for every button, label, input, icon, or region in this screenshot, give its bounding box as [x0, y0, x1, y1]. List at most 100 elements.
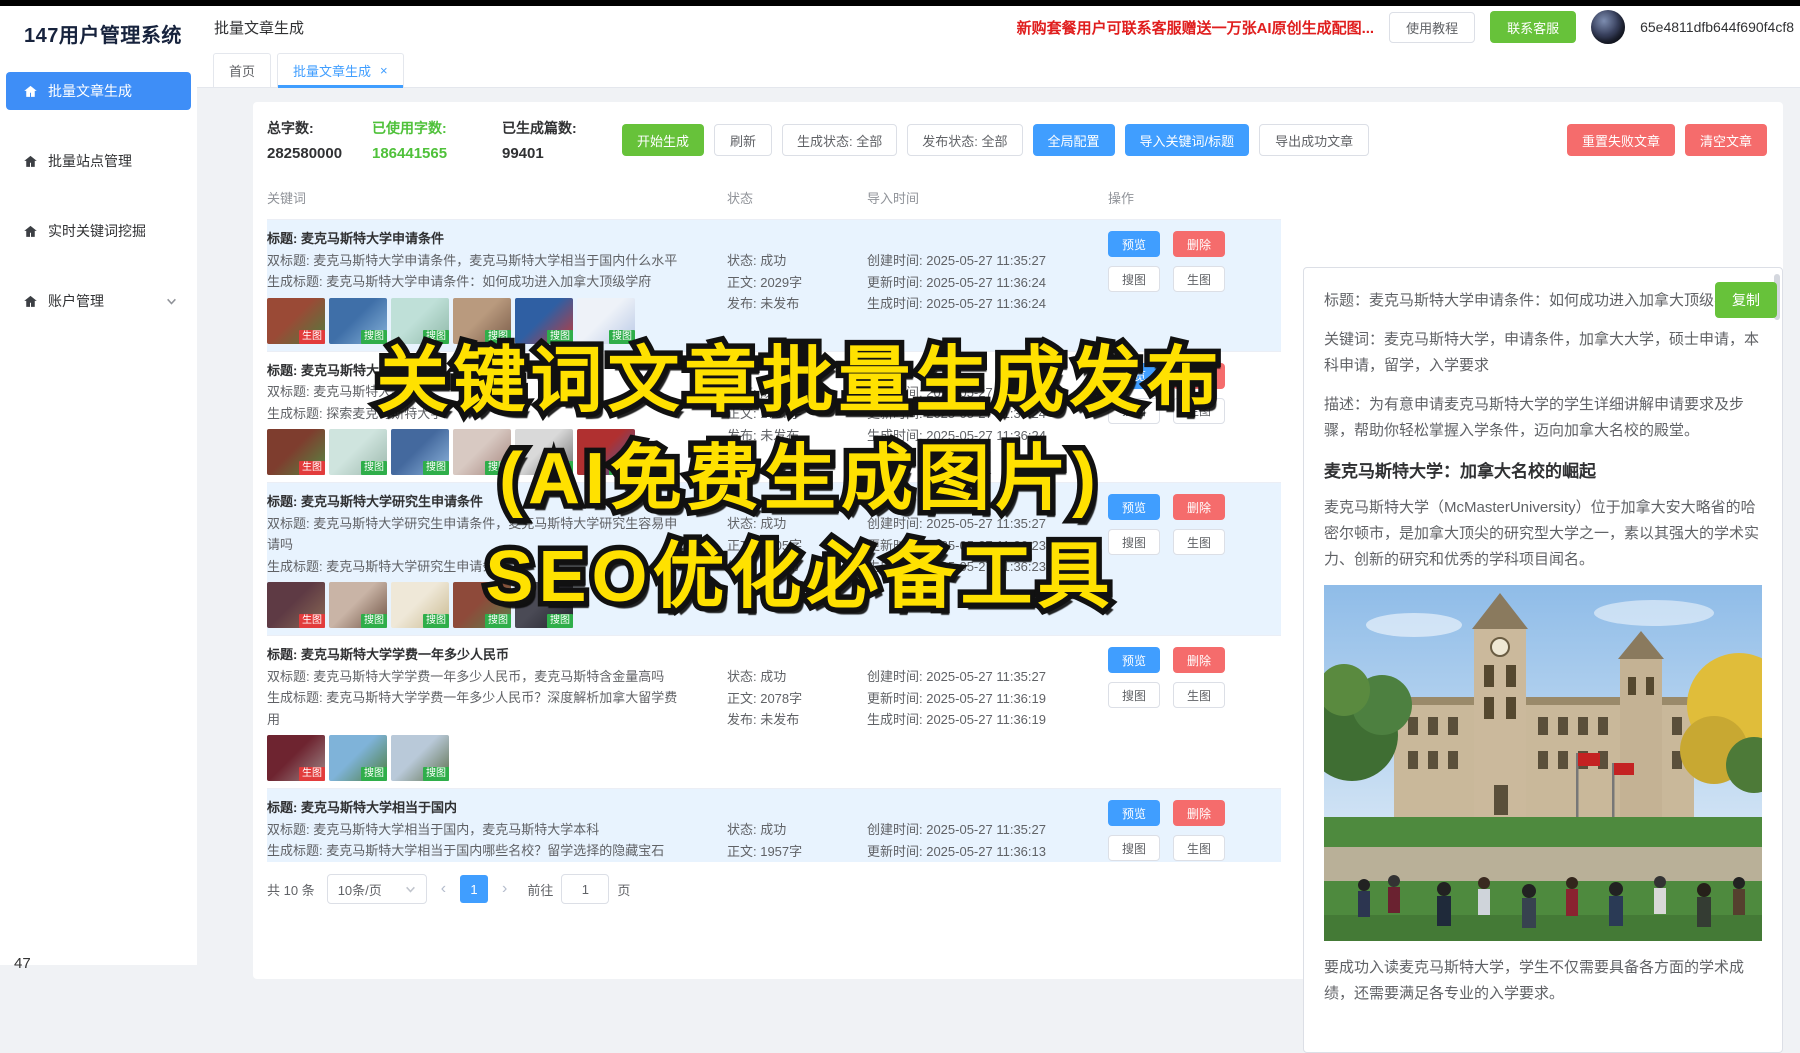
sidebar-item-batch-site[interactable]: 批量站点管理 — [6, 142, 191, 180]
import-keywords-button[interactable]: 导入关键词/标题 — [1125, 124, 1250, 156]
time-cell: 创建时间: 2025-05-27 11:35:27更新时间: 2025-05-2… — [867, 228, 1108, 344]
article-thumbnail[interactable]: 搜图 — [515, 298, 573, 344]
sidebar-item-account[interactable]: 账户管理 — [6, 282, 191, 320]
generate-image-button[interactable]: 生图 — [1173, 529, 1225, 555]
column-header-import-time: 导入时间 — [867, 188, 1108, 207]
preview-button[interactable]: 预览 — [1108, 363, 1160, 389]
article-thumbnail[interactable]: 搜图 — [453, 582, 511, 628]
row-updated-time: 更新时间: 2025-05-27 11:36:19 — [867, 688, 1108, 710]
goto-page-input[interactable] — [561, 874, 609, 904]
tutorial-button[interactable]: 使用教程 — [1389, 12, 1475, 43]
start-generate-button[interactable]: 开始生成 — [622, 124, 704, 156]
export-success-button[interactable]: 导出成功文章 — [1259, 124, 1369, 156]
announcement-text[interactable]: 新购套餐用户可联系客服赠送一万张AI原创生成配图... — [1017, 17, 1375, 38]
page-size-select[interactable]: 10条/页 — [327, 874, 427, 904]
row-generated-time: 生成时间: 2025-05-27 11:36:24 — [867, 425, 1108, 447]
article-thumbnail[interactable]: 生图 — [267, 582, 325, 628]
article-thumbnail[interactable]: 搜图 — [329, 298, 387, 344]
search-image-button[interactable]: 搜图 — [1108, 529, 1160, 555]
article-thumbnail[interactable]: 生图 — [267, 298, 325, 344]
actions-cell: 预览删除搜图生图 — [1108, 491, 1281, 628]
article-thumbnail[interactable]: 搜图 — [515, 429, 573, 475]
actions-grid: 预览删除搜图生图 — [1108, 363, 1281, 424]
tab-bar: 首页 批量文章生成 × — [197, 48, 1800, 88]
row-generated-time: 生成时间: 2025-05-27 11:36:23 — [867, 556, 1108, 578]
sidebar-item-label: 实时关键词挖掘 — [48, 221, 146, 241]
close-icon[interactable]: × — [380, 63, 388, 78]
search-image-button[interactable]: 搜图 — [1108, 398, 1160, 424]
refresh-button[interactable]: 刷新 — [714, 124, 772, 156]
row-publish-status: 发布: 未发布 — [727, 709, 867, 731]
home-icon — [23, 154, 38, 169]
page-size-value: 10条/页 — [338, 880, 382, 899]
generate-image-button[interactable]: 生图 — [1173, 682, 1225, 708]
actions-cell: 预览删除搜图生图 — [1108, 228, 1281, 344]
delete-button[interactable]: 删除 — [1173, 494, 1225, 520]
sidebar-item-batch-article[interactable]: 批量文章生成 — [6, 72, 191, 110]
reset-failed-button[interactable]: 重置失败文章 — [1567, 124, 1675, 156]
publish-status-select[interactable]: 发布状态: 全部 — [907, 124, 1022, 156]
next-page-button[interactable]: › — [496, 880, 513, 898]
row-status: 状态: 成功 — [727, 382, 867, 404]
thumbnail-badge: 搜图 — [361, 614, 387, 628]
article-thumbnail[interactable]: 搜图 — [515, 582, 573, 628]
preview-button[interactable]: 预览 — [1108, 231, 1160, 257]
delete-button[interactable]: 删除 — [1173, 363, 1225, 389]
search-image-button[interactable]: 搜图 — [1108, 835, 1160, 861]
preview-heading: 麦克马斯特大学：加拿大名校的崛起 — [1324, 457, 1762, 482]
article-thumbnail[interactable]: 搜图 — [391, 298, 449, 344]
contact-support-button[interactable]: 联系客服 — [1490, 11, 1576, 43]
sidebar: 147用户管理系统 批量文章生成 批量站点管理 实时关键词挖掘 账户管理 — [0, 6, 197, 965]
tab-home[interactable]: 首页 — [213, 53, 271, 87]
article-thumbnail[interactable]: 生图 — [267, 735, 325, 781]
delete-button[interactable]: 删除 — [1173, 647, 1225, 673]
article-thumbnail[interactable]: 搜图 — [577, 298, 635, 344]
tab-label: 批量文章生成 — [293, 61, 371, 80]
article-thumbnail[interactable]: 生图 — [267, 429, 325, 475]
table-row: 标题: 麦克马斯特大学学费一年多少人民币双标题: 麦克马斯特大学学费一年多少人民… — [267, 636, 1281, 789]
generate-image-button[interactable]: 生图 — [1173, 398, 1225, 424]
stat-value: 282580000 — [267, 145, 362, 162]
row-status: 状态: 成功 — [727, 513, 867, 535]
search-image-button[interactable]: 搜图 — [1108, 682, 1160, 708]
preview-button[interactable]: 预览 — [1108, 494, 1160, 520]
page-number-current[interactable]: 1 — [460, 875, 488, 903]
article-thumbnail[interactable]: 搜图 — [453, 429, 511, 475]
generate-image-button[interactable]: 生图 — [1173, 835, 1225, 861]
thumbnail-badge: 生图 — [299, 767, 325, 781]
avatar[interactable] — [1591, 10, 1625, 44]
article-thumbnail[interactable]: 搜图 — [329, 582, 387, 628]
generate-image-button[interactable]: 生图 — [1173, 266, 1225, 292]
home-icon — [23, 84, 38, 99]
preview-button[interactable]: 预览 — [1108, 647, 1160, 673]
row-subtitle: 双标题: 麦克马斯特大学申请条件，麦克马斯特大学相当于国内什么水平 — [267, 250, 682, 272]
generate-status-select[interactable]: 生成状态: 全部 — [782, 124, 897, 156]
article-thumbnail[interactable]: 搜图 — [329, 429, 387, 475]
sidebar-item-keyword-mining[interactable]: 实时关键词挖掘 — [6, 212, 191, 250]
actions-grid: 预览删除搜图生图 — [1108, 231, 1281, 292]
tab-batch-article[interactable]: 批量文章生成 × — [277, 53, 404, 87]
article-thumbnail[interactable]: 搜图 — [577, 429, 635, 475]
row-created-time: 创建时间: 2025-05-27 11:35:27 — [867, 666, 1108, 688]
delete-button[interactable]: 删除 — [1173, 231, 1225, 257]
row-generated-title: 生成标题: 麦克马斯特大学研究生申请条 — [267, 556, 682, 578]
article-thumbnail[interactable]: 搜图 — [329, 735, 387, 781]
thumbnail-strip: 生图搜图搜图搜图搜图搜图 — [267, 429, 682, 475]
prev-page-button[interactable]: ‹ — [435, 880, 452, 898]
preview-bottom-text: 要成功入读麦克马斯特大学，学生不仅需要具备各方面的学术成绩，还需要满足各专业的入… — [1324, 955, 1762, 1007]
column-header-status: 状态 — [727, 188, 867, 207]
delete-button[interactable]: 删除 — [1173, 800, 1225, 826]
copy-button[interactable]: 复制 — [1715, 282, 1777, 318]
article-thumbnail[interactable]: 搜图 — [391, 735, 449, 781]
global-config-button[interactable]: 全局配置 — [1033, 124, 1115, 156]
article-thumbnail[interactable]: 搜图 — [391, 429, 449, 475]
thumbnail-badge: 生图 — [299, 330, 325, 344]
article-thumbnail[interactable]: 搜图 — [391, 582, 449, 628]
article-thumbnail[interactable]: 搜图 — [453, 298, 511, 344]
app-logo: 147用户管理系统 — [0, 6, 197, 48]
preview-button[interactable]: 预览 — [1108, 800, 1160, 826]
clear-articles-button[interactable]: 清空文章 — [1685, 124, 1767, 156]
actions-cell: 预览删除搜图生图 — [1108, 797, 1281, 862]
search-image-button[interactable]: 搜图 — [1108, 266, 1160, 292]
thumbnail-badge: 生图 — [299, 614, 325, 628]
